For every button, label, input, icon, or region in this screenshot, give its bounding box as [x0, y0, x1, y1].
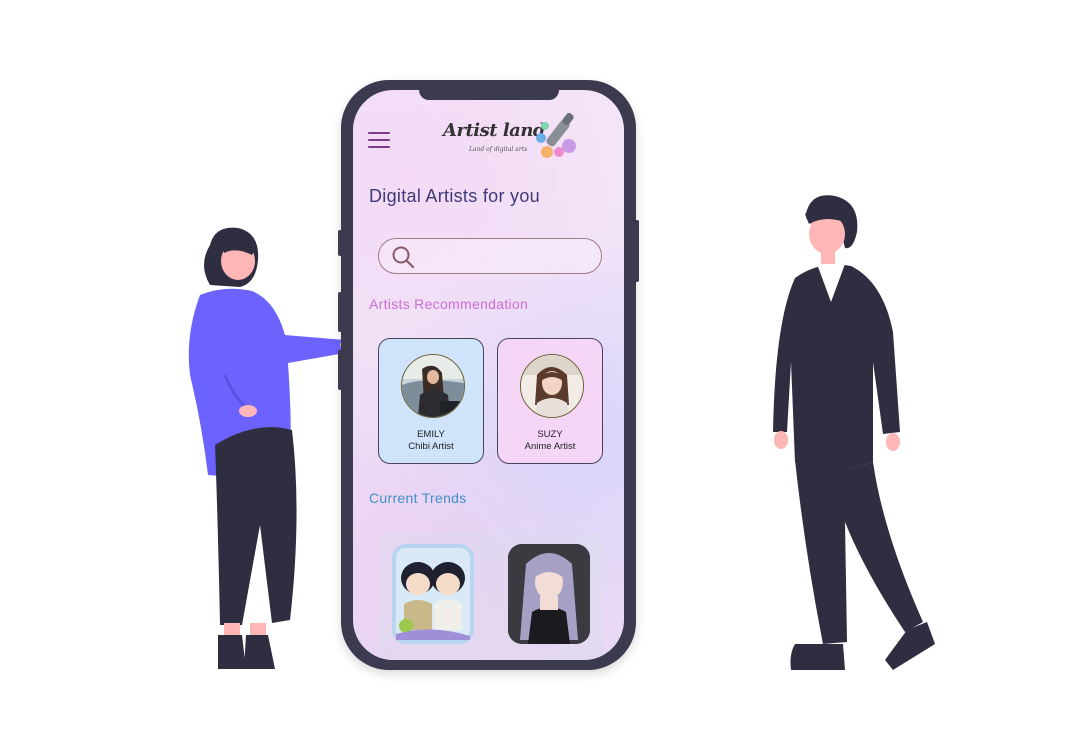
app-logo: Artist land Land of digital arts	[443, 108, 593, 168]
man-illustration	[773, 195, 935, 670]
paintbrush-icon	[536, 113, 576, 158]
woman-illustration	[188, 227, 352, 669]
logo-title: Artist land	[443, 120, 546, 141]
phone-volume-button	[338, 230, 342, 256]
artist-avatar	[520, 354, 584, 418]
search-icon	[392, 246, 415, 269]
artist-name: SUZY	[537, 429, 563, 440]
artist-card-suzy[interactable]: SUZY Anime Artist	[497, 338, 603, 464]
artist-role: Chibi Artist	[408, 441, 454, 452]
artist-avatar	[401, 354, 465, 418]
artist-card-emily[interactable]: EMILY Chibi Artist	[378, 338, 484, 464]
artist-name: EMILY	[417, 429, 445, 440]
page-title: Digital Artists for you	[369, 186, 540, 206]
artist-role: Anime Artist	[524, 441, 576, 452]
phone-screen: Artist land Land of digital arts Digital…	[353, 90, 624, 660]
man-suit	[773, 264, 900, 470]
woman-pants	[215, 427, 297, 625]
trends-carousel	[378, 532, 604, 660]
phone-notch	[419, 90, 559, 100]
chibi-couple-artwork-icon	[392, 544, 474, 644]
hamburger-menu-icon[interactable]	[368, 132, 390, 150]
trend-item-anime-girl[interactable]	[508, 544, 590, 644]
phone-power-button	[635, 220, 639, 282]
man-trousers	[795, 460, 923, 644]
logo-subtitle: Land of digital arts	[469, 146, 528, 153]
trend-item-chibi-couple[interactable]	[392, 544, 474, 644]
search-bar[interactable]	[378, 238, 602, 274]
anime-girl-portrait-icon	[508, 544, 590, 644]
recommendation-heading: Artists Recommendation	[369, 296, 529, 312]
phone-side-button	[338, 292, 342, 332]
search-input[interactable]	[419, 245, 593, 269]
trends-heading: Current Trends	[369, 490, 467, 506]
phone-side-button	[338, 350, 342, 390]
phone-frame: Artist land Land of digital arts Digital…	[338, 80, 639, 670]
